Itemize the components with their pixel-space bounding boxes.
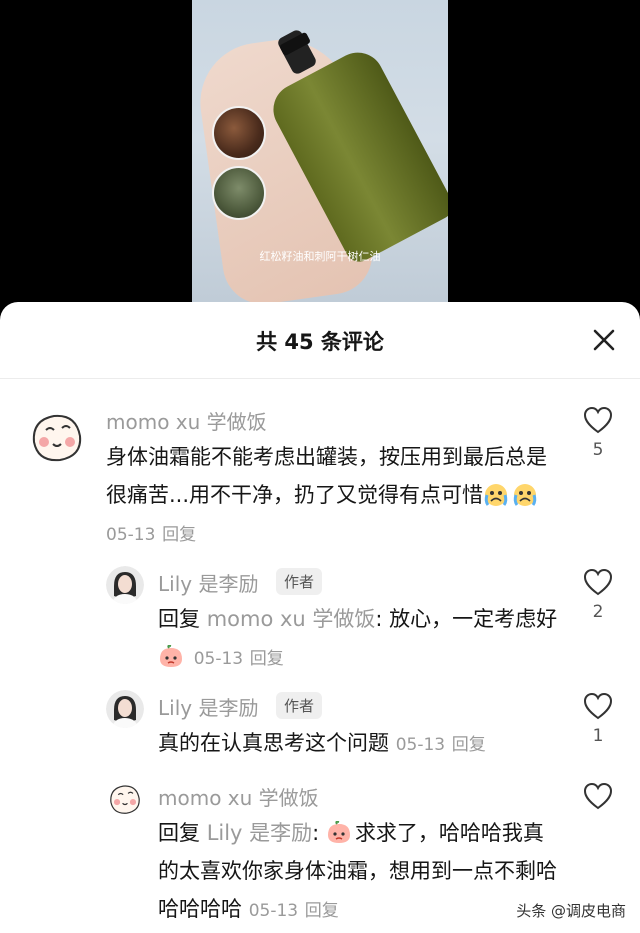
like-button[interactable]: 5 [578,406,618,460]
video-frame: 红松籽油和刺阿干树仁油 [192,0,448,310]
video-caption: 红松籽油和刺阿干树仁油 [259,250,381,263]
comment-date: 05-13 [193,649,244,669]
like-button[interactable] [578,782,618,816]
reply-button[interactable]: 回复 [250,649,284,669]
comment-count-title: 共 45 条评论 [256,330,384,354]
pine-nut-image [212,106,266,160]
comment-username[interactable]: Lily 是李励 [158,692,258,721]
heart-icon [583,406,613,434]
comment-text: 回复 momo xu 学做饭: 放心，一定考虑好 05-13 回复 [158,600,558,678]
like-button[interactable]: 1 [578,692,618,746]
cartoon-avatar-icon [106,780,144,818]
avatar[interactable] [106,690,144,728]
like-count: 2 [592,602,604,622]
comment-text: 真的在认真思考这个问题 05-13 回复 [158,724,578,764]
comment-username[interactable]: Lily 是李励 [158,568,258,597]
crying-emoji-icon [512,483,539,507]
comment-sheet: 共 45 条评论 momo xu 学做饭 身体油霜能不能考虑出罐装，按压用到最后… [0,302,640,933]
comment-text: 身体油霜能不能考虑出罐装，按压用到最后总是很痛苦...用不干净，扔了又觉得有点可… [106,438,556,554]
like-count: 5 [592,440,604,460]
reply-prefix: 回复 [158,821,200,845]
source-watermark: 头条 @调皮电商 [516,902,626,920]
close-button[interactable] [590,326,618,354]
heart-icon [583,782,613,810]
comment-date: 05-13 [106,525,156,545]
comment-body: 身体油霜能不能考虑出罐装，按压用到最后总是很痛苦...用不干净，扔了又觉得有点可… [106,445,547,507]
heart-icon [583,568,613,596]
cartoon-avatar-icon [27,407,87,467]
comment-username[interactable]: momo xu 学做饭 [158,782,319,811]
video-player[interactable]: 红松籽油和刺阿干树仁油 [0,0,640,320]
reply-prefix: 回复 [158,607,200,631]
heart-icon [583,692,613,720]
author-badge: 作者 [276,692,323,719]
profile-photo-icon [106,690,144,728]
crying-emoji-icon [483,483,510,507]
reply-to-username[interactable]: Lily 是李励 [207,821,312,845]
comment-text: 回复 Lily 是李励: 求求了，哈哈哈我真的太喜欢你家身体油霜，想用到一点不剩… [158,814,558,930]
profile-photo-icon [106,566,144,604]
avatar[interactable] [106,566,144,604]
reply-button[interactable]: 回复 [452,735,486,755]
comment-body: 真的在认真思考这个问题 [158,731,389,755]
reply-separator: : [312,821,326,845]
reply-to-username[interactable]: momo xu 学做饭 [207,607,376,631]
sheet-header: 共 45 条评论 [0,302,640,379]
close-icon [593,329,615,351]
comment-date: 05-13 [395,735,446,755]
comment-date: 05-13 [248,901,299,921]
peach-emoji-icon [158,645,185,669]
argan-tree-image [212,166,266,220]
reply-button[interactable]: 回复 [305,901,339,921]
peach-emoji-icon [326,821,353,845]
avatar[interactable] [106,780,144,818]
like-button[interactable]: 2 [578,568,618,622]
comment-body: : 放心，一定考虑好 [375,607,558,631]
reply-button[interactable]: 回复 [162,525,196,545]
author-badge: 作者 [276,568,323,595]
avatar[interactable] [26,406,88,468]
like-count: 1 [592,726,604,746]
comment-username[interactable]: momo xu 学做饭 [106,406,267,435]
